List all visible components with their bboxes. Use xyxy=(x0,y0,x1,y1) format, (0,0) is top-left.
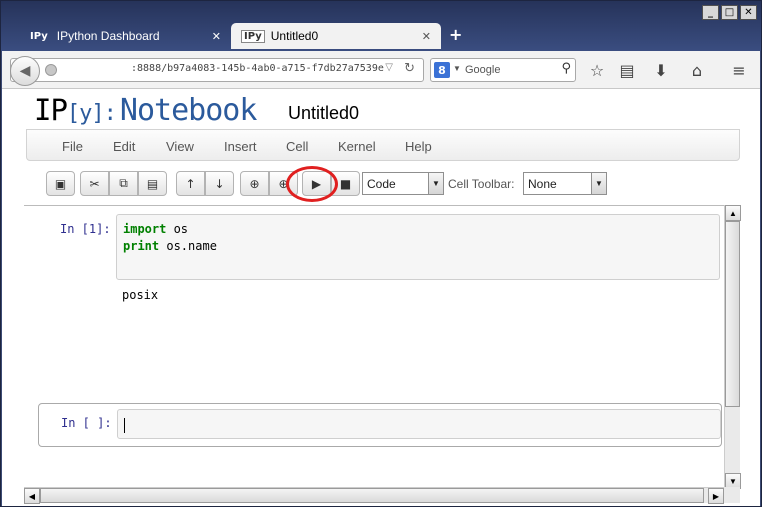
code-cell-input[interactable] xyxy=(117,409,721,439)
menu-hamburger-icon[interactable]: ≡ xyxy=(728,60,750,82)
menu-help[interactable]: Help xyxy=(405,139,432,154)
navigation-bar: ◀ :8888/b97a4083-145b-4ab0-a715-f7db27a7… xyxy=(2,51,760,89)
menu-kernel[interactable]: Kernel xyxy=(338,139,376,154)
menu-insert[interactable]: Insert xyxy=(224,139,257,154)
notebook-cells-area: In [1]: import os print os.name posix In… xyxy=(24,205,724,490)
copy-icon[interactable]: ⧉ xyxy=(109,171,138,196)
url-text[interactable]: :8888/b97a4083-145b-4ab0-a715-f7db27a753… xyxy=(131,63,384,74)
cell-output: posix xyxy=(122,288,159,302)
search-magnifier-icon[interactable]: ⚲ xyxy=(561,61,571,76)
tab-title: IPython Dashboard xyxy=(56,29,160,43)
ipython-logo[interactable]: IP[y]: Notebook xyxy=(34,93,257,128)
cell-type-select[interactable]: Code ▼ xyxy=(362,172,444,195)
vertical-scroll-thumb[interactable] xyxy=(725,221,740,407)
logo-bracket: [y]: xyxy=(66,101,117,126)
close-window-icon[interactable]: ✕ xyxy=(740,5,757,20)
code-line: import os xyxy=(123,222,188,236)
code-text: os xyxy=(166,222,189,236)
ipython-favicon-icon: IPy xyxy=(241,29,265,43)
logo-notebook-text: Notebook xyxy=(119,93,257,128)
ipython-favicon-icon: IPy xyxy=(30,30,48,42)
cell-prompt: In [1]: xyxy=(60,222,111,236)
tab-ipython-dashboard[interactable]: IPy IPython Dashboard ✕ xyxy=(17,23,231,49)
run-highlight-circle xyxy=(286,166,338,202)
tab-strip: _ □ ✕ IPy IPython Dashboard ✕ IPy Untitl… xyxy=(1,1,761,51)
save-icon[interactable]: ▣ xyxy=(46,171,75,196)
code-cell-input[interactable]: import os print os.name xyxy=(116,214,720,280)
search-engine-dropdown-icon[interactable]: ▼ xyxy=(453,64,461,73)
tab-close-icon[interactable]: ✕ xyxy=(212,30,221,43)
cell-type-value: Code xyxy=(367,177,396,191)
tab-untitled0[interactable]: IPy Untitled0 ✕ xyxy=(231,23,441,49)
insert-cell-above-icon[interactable]: ⊕ xyxy=(240,171,269,196)
home-icon[interactable]: ⌂ xyxy=(686,60,708,82)
maximize-icon[interactable]: □ xyxy=(721,5,738,20)
chevron-down-icon: ▼ xyxy=(428,173,443,194)
code-keyword: print xyxy=(123,239,160,253)
bookmark-star-icon[interactable]: ☆ xyxy=(586,60,608,82)
notebook-toolbar: ▣ ✂ ⧉ ▤ ↑ ↓ ⊕ ⊕ ▶ ■ Code ▼ Cell Toolbar:… xyxy=(46,171,686,197)
bookmarks-list-icon[interactable]: ▤ xyxy=(616,60,638,82)
tab-close-icon[interactable]: ✕ xyxy=(422,30,431,43)
globe-icon xyxy=(45,64,57,76)
code-keyword: import xyxy=(123,222,167,236)
menu-view[interactable]: View xyxy=(166,139,194,154)
notebook-page: IP[y]: Notebook Untitled0 File Edit View … xyxy=(2,89,760,506)
cell-prompt: In [ ]: xyxy=(61,416,112,430)
move-cell-down-icon[interactable]: ↓ xyxy=(205,171,234,196)
cell-toolbar-label: Cell Toolbar: xyxy=(448,177,515,191)
horizontal-scrollbar[interactable]: ◀ ▶ xyxy=(24,487,724,504)
browser-window: _ □ ✕ IPy IPython Dashboard ✕ IPy Untitl… xyxy=(0,0,762,507)
cell-toolbar-select[interactable]: None ▼ xyxy=(523,172,607,195)
scrollbar-corner xyxy=(724,487,740,503)
url-bar[interactable]: ◀ :8888/b97a4083-145b-4ab0-a715-f7db27a7… xyxy=(10,56,424,86)
menubar: File Edit View Insert Cell Kernel Help xyxy=(26,129,740,161)
download-icon[interactable]: ⬇ xyxy=(650,60,672,82)
search-engine-icon[interactable]: 8 xyxy=(434,62,450,78)
code-line: print os.name xyxy=(123,239,217,253)
move-cell-up-icon[interactable]: ↑ xyxy=(176,171,205,196)
code-text: os.name xyxy=(159,239,217,253)
chevron-down-icon: ▼ xyxy=(591,173,606,194)
cut-icon[interactable]: ✂ xyxy=(80,171,109,196)
notebook-name[interactable]: Untitled0 xyxy=(288,103,359,124)
code-cell-selected[interactable]: In [ ]: xyxy=(38,403,722,447)
paste-icon[interactable]: ▤ xyxy=(138,171,167,196)
menu-file[interactable]: File xyxy=(62,139,83,154)
menu-edit[interactable]: Edit xyxy=(113,139,135,154)
logo-ip: IP xyxy=(34,93,68,127)
horizontal-scroll-thumb[interactable] xyxy=(40,488,704,503)
window-controls: _ □ ✕ xyxy=(702,5,757,20)
menu-cell[interactable]: Cell xyxy=(286,139,308,154)
text-caret xyxy=(124,418,125,433)
vertical-scrollbar[interactable]: ▲ ▼ xyxy=(724,205,741,490)
cell-toolbar-value: None xyxy=(528,177,557,191)
new-tab-icon[interactable]: + xyxy=(449,25,462,44)
minimize-icon[interactable]: _ xyxy=(702,5,719,20)
search-input[interactable]: Google xyxy=(465,64,500,76)
back-arrow-icon[interactable]: ◀ xyxy=(10,56,40,86)
search-bar[interactable]: 8 ▼ Google ⚲ xyxy=(430,58,576,82)
tab-title: Untitled0 xyxy=(270,29,319,43)
scroll-left-icon[interactable]: ◀ xyxy=(24,488,40,504)
notebook-header: IP[y]: Notebook Untitled0 xyxy=(2,89,760,129)
scroll-up-icon[interactable]: ▲ xyxy=(725,205,741,221)
reload-icon[interactable]: ↻ xyxy=(404,61,415,76)
url-dropdown-icon[interactable]: ▽ xyxy=(385,62,393,73)
scroll-right-icon[interactable]: ▶ xyxy=(708,488,724,504)
